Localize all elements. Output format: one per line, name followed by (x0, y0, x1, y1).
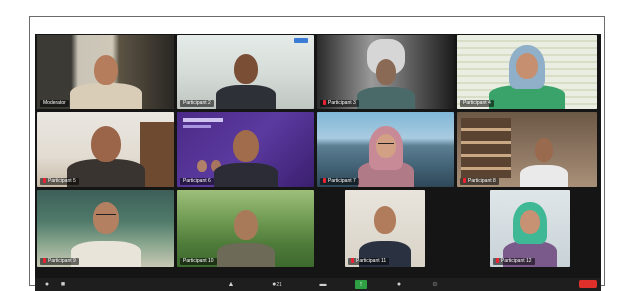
participant-body (216, 243, 275, 267)
muted-mic-icon (463, 178, 466, 184)
participant-face (516, 53, 538, 79)
chat-button[interactable]: ▬ (317, 280, 329, 289)
meeting-toolbar: ● ■ ▲ ●21 ▬ ↑ ● ☺ (35, 278, 601, 291)
record-button[interactable]: ● (393, 280, 405, 289)
muted-mic-icon (43, 258, 46, 264)
muted-mic-icon (323, 178, 326, 184)
emoji-icon: ☺ (431, 281, 439, 288)
participant-name: Participant 2 (180, 100, 214, 107)
video-tile-7[interactable]: Participant 7 (317, 112, 454, 187)
video-tile-11[interactable]: Participant 11 (345, 190, 425, 267)
participant-name: Participant 3 (320, 100, 359, 107)
participant-face (374, 206, 396, 234)
share-screen-icon: ↑ (359, 281, 363, 288)
muted-mic-icon (496, 258, 499, 264)
participants-button[interactable]: ●21 (267, 280, 287, 289)
participant-body (356, 87, 415, 109)
participant-name: Participant 12 (493, 258, 535, 265)
muted-mic-icon (351, 258, 354, 264)
participant-body (213, 163, 278, 187)
video-meeting-window: Moderator Participant 2 Participant 3 Pa… (35, 34, 601, 291)
participant-name: Participant 7 (320, 178, 359, 185)
video-tile-12[interactable]: Participant 12 (490, 190, 570, 267)
participant-name: Participant 8 (460, 178, 499, 185)
share-screen-button[interactable]: ↑ (355, 280, 367, 289)
participant-face (233, 210, 258, 240)
record-icon: ● (396, 281, 402, 288)
video-tile-3[interactable]: Participant 3 (317, 35, 454, 109)
muted-mic-icon (43, 178, 46, 184)
participant-body (70, 241, 141, 267)
video-tile-8[interactable]: Participant 8 (457, 112, 597, 187)
muted-mic-icon (323, 100, 326, 106)
reactions-button[interactable]: ☺ (429, 280, 441, 289)
video-camera-icon: ■ (60, 281, 66, 288)
glasses (95, 214, 116, 218)
status-badge (294, 38, 308, 43)
participant-body (215, 85, 276, 109)
banner-text (183, 118, 223, 122)
video-tile-5[interactable]: Participant 5 (37, 112, 174, 187)
participant-name: Participant 5 (40, 178, 79, 185)
video-button[interactable]: ■ (57, 280, 69, 289)
participant-name: Participant 10 (180, 258, 217, 265)
participant-face (534, 138, 553, 162)
participant-face (93, 55, 118, 85)
video-tile-9[interactable]: Participant 9 (37, 190, 174, 267)
video-tile-4[interactable]: Participant 4 (457, 35, 597, 109)
participant-body (519, 165, 568, 187)
banner-text (183, 125, 211, 128)
video-tile-1[interactable]: Moderator (37, 35, 174, 109)
participant-name: Participant 11 (348, 258, 390, 265)
furniture (140, 122, 174, 187)
end-meeting-button[interactable] (579, 280, 597, 288)
participant-face (233, 54, 258, 84)
video-tile-6[interactable]: Participant 6 (177, 112, 314, 187)
speaker-photo (197, 160, 207, 172)
participant-name: Participant 9 (40, 258, 79, 265)
glasses (377, 143, 394, 147)
participant-name: Participant 6 (180, 178, 214, 185)
chat-icon: ▬ (319, 281, 327, 288)
participant-face (90, 126, 121, 162)
video-tile-10[interactable]: Participant 10 (177, 190, 314, 267)
participant-face (232, 130, 259, 162)
participant-face (375, 59, 396, 85)
participants-count: 21 (276, 282, 282, 288)
participant-name: Moderator (40, 100, 69, 107)
participant-name: Participant 4 (460, 100, 494, 107)
video-tile-2[interactable]: Participant 2 (177, 35, 314, 109)
participant-body (69, 83, 142, 109)
microphone-icon: ● (44, 281, 50, 288)
shield-icon: ▲ (227, 281, 235, 288)
participant-face (520, 210, 540, 234)
participant-face (92, 202, 119, 234)
mute-button[interactable]: ● (41, 280, 53, 289)
bookshelf (461, 118, 511, 178)
security-button[interactable]: ▲ (225, 280, 237, 289)
